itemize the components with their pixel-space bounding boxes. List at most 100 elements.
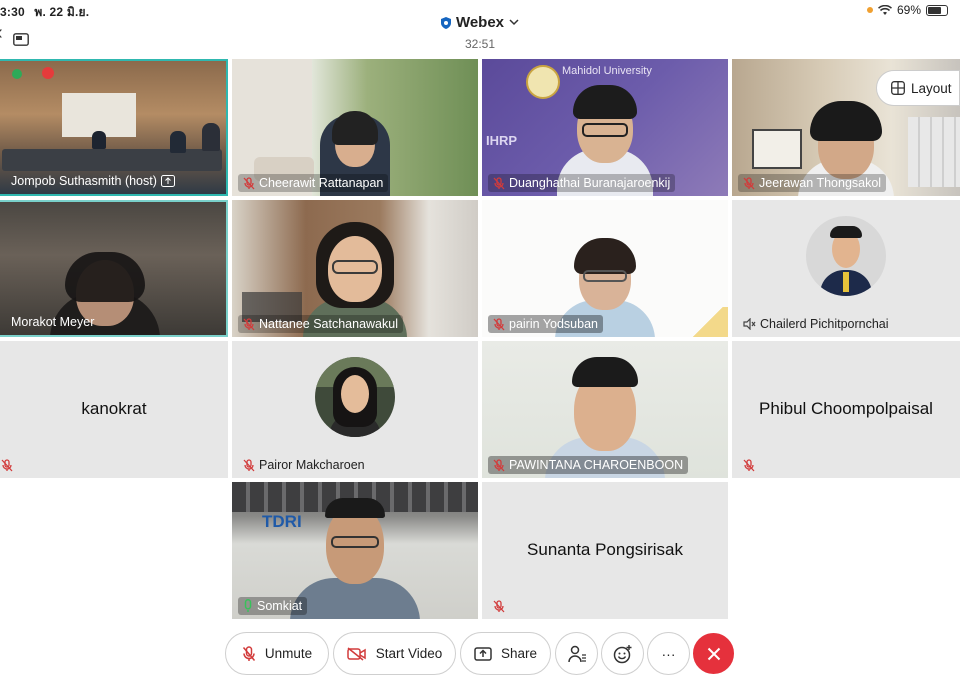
meeting-title-button[interactable]: Webex (440, 14, 519, 31)
participant-avatar (806, 216, 886, 296)
mic-muted-icon (493, 176, 505, 189)
app-title: Webex (455, 14, 505, 31)
meeting-controls: Unmute Start Video Share ··· (0, 632, 960, 676)
status-red-icon (42, 67, 54, 79)
glasses-icon (332, 260, 378, 274)
participant-name: Duanghathai Buranajaroenkij (509, 176, 671, 190)
participant-name-tag: Somkiat (238, 597, 308, 615)
video-tile[interactable]: Nattanee Satchanawakul (232, 200, 478, 337)
participants-button[interactable] (555, 632, 598, 675)
mic-muted-icon (1, 459, 13, 472)
participant-hair (325, 498, 385, 518)
binders (908, 117, 960, 187)
mic-muted-icon (743, 176, 755, 189)
video-tile-no-video[interactable]: Sunanta Pongsirisak (482, 482, 728, 619)
pip-icon (13, 32, 29, 46)
layout-label: Layout (911, 80, 952, 96)
participant-name-tag: PAWINTANA CHAROENBOON (488, 456, 689, 474)
participant-name: Jompob Suthasmith (host) (11, 174, 157, 188)
leave-meeting-button[interactable] (693, 633, 734, 674)
close-icon (707, 647, 720, 660)
participant-name: Pairor Makcharoen (259, 458, 365, 472)
video-tile-no-video[interactable]: Phibul Choompolpaisal (732, 341, 960, 478)
more-options-icon: ··· (661, 645, 676, 662)
mic-muted-icon (743, 459, 755, 472)
video-off-icon (346, 646, 366, 661)
share-screen-icon (474, 646, 492, 661)
participant-name-tag: Morakot Meyer (6, 313, 99, 331)
participant-name-tag: Duanghathai Buranajaroenkij (488, 174, 676, 192)
secure-shield-icon (440, 16, 451, 29)
video-tile-conference-room[interactable]: Jompob Suthasmith (host) (0, 59, 228, 196)
start-video-button[interactable]: Start Video (333, 632, 456, 675)
participant-display-name: Phibul Choompolpaisal (759, 398, 933, 418)
sharing-icon (160, 175, 175, 187)
attendee-figure (92, 131, 106, 149)
reactions-button[interactable] (601, 632, 644, 675)
video-tile-avatar[interactable]: Chailerd Pichitpornchai (732, 200, 960, 337)
privacy-dot-icon (866, 7, 873, 13)
participant-display-name: Sunanta Pongsirisak (527, 539, 683, 559)
layout-grid-icon (891, 81, 905, 95)
glasses-icon (582, 123, 628, 137)
participant-hair (332, 111, 378, 145)
participant-name-tag: Cheerawit Rattanapan (238, 174, 389, 192)
participants-icon (567, 645, 586, 662)
mic-muted-icon (493, 600, 505, 613)
participant-display-name: kanokrat (81, 398, 147, 418)
participant-hair (572, 357, 638, 387)
attendee-figure (170, 131, 186, 153)
mic-muted-icon (243, 317, 255, 330)
video-tile-avatar[interactable]: Pairor Makcharoen (232, 341, 478, 478)
video-tile[interactable]: Cheerawit Rattanapan (232, 59, 478, 196)
participant-name: Jeerawan Thongsakol (759, 176, 882, 190)
mic-muted-icon (242, 645, 255, 661)
participant-name-tag: Pairor Makcharoen (238, 456, 370, 474)
wall-frame (752, 129, 802, 169)
layout-button[interactable]: Layout (876, 70, 960, 106)
participant-name: Chailerd Pichitpornchai (760, 317, 889, 331)
attendee-figure (202, 123, 220, 151)
chevron-down-icon (509, 19, 519, 26)
meeting-elapsed-time: 32:51 (464, 36, 496, 51)
mic-muted-icon (243, 458, 255, 471)
avatar-tie (843, 272, 849, 292)
participant-name: Cheerawit Rattanapan (259, 176, 384, 190)
corner-decoration (688, 307, 728, 337)
participant-name-tag: Nattanee Satchanawakul (238, 315, 403, 333)
picture-in-picture-button[interactable] (4, 22, 38, 56)
participant-name: Nattanee Satchanawakul (259, 317, 398, 331)
participant-hair (810, 101, 882, 141)
participant-name: pairin Yodsuban (509, 317, 598, 331)
video-tile[interactable]: Morakot Meyer (0, 200, 228, 337)
conference-table (2, 149, 222, 171)
webex-meeting-window: 3:30 พ. 22 มิ.ย. 69% ‹ Webex 32:51 Jompo… (0, 0, 960, 695)
mic-active-icon (244, 599, 252, 612)
participant-name-tag (0, 457, 18, 474)
participant-hair (574, 238, 636, 274)
meeting-header: Webex 32:51 (0, 14, 960, 51)
video-tile[interactable]: Mahidol University IHRP Duanghathai Bura… (482, 59, 728, 196)
participant-name: PAWINTANA CHAROENBOON (509, 458, 684, 472)
video-tile[interactable]: pairin Yodsuban (482, 200, 728, 337)
share-label: Share (500, 646, 538, 661)
more-options-button[interactable]: ··· (647, 632, 690, 675)
unmute-button[interactable]: Unmute (225, 632, 329, 675)
video-tile-no-video[interactable]: kanokrat (0, 341, 228, 478)
share-button[interactable]: Share (460, 632, 551, 675)
participant-name-tag: Chailerd Pichitpornchai (738, 315, 894, 333)
participant-name-tag: pairin Yodsuban (488, 315, 603, 333)
participant-avatar (315, 357, 395, 437)
participant-name-tag: Jeerawan Thongsakol (738, 174, 887, 192)
glasses-icon (331, 536, 379, 548)
status-green-icon (12, 69, 22, 79)
participant-name-tag (488, 598, 510, 615)
avatar-face (341, 375, 369, 413)
participant-name: Somkiat (257, 599, 303, 613)
glasses-icon (583, 270, 627, 282)
start-video-label: Start Video (375, 646, 443, 661)
video-tile[interactable]: TDRI Somkiat (232, 482, 478, 619)
video-tile[interactable]: PAWINTANA CHAROENBOON (482, 341, 728, 478)
participant-name: Morakot Meyer (11, 315, 95, 329)
banner-text: IHRP (486, 133, 518, 148)
